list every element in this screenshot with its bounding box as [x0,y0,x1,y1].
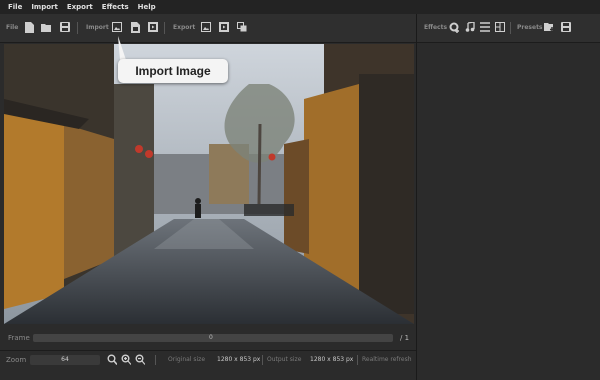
open-folder-icon[interactable] [41,21,52,33]
panel-divider [416,14,417,380]
effects-group-label: Effects [424,24,448,31]
add-preset-icon[interactable] [544,21,555,33]
menu-help[interactable]: Help [138,3,156,11]
menu-file[interactable]: File [8,3,22,11]
image-canvas[interactable] [4,44,414,324]
original-size-value: 1280 x 853 px [217,356,261,363]
frame-value: 0 [209,334,213,341]
toolbar-divider [77,22,78,34]
frame-slider[interactable] [33,334,393,342]
zoom-out-icon[interactable] [135,354,146,367]
export-image-icon[interactable] [200,21,211,33]
menu-bar: File Import Export Effects Help [0,0,600,14]
music-effect-icon[interactable] [464,21,475,33]
menu-effects[interactable]: Effects [102,3,129,11]
menu-export[interactable]: Export [67,3,93,11]
output-size-label: Output size [267,356,302,363]
presets-group-label: Presets [517,24,543,31]
realtime-refresh-label[interactable]: Realtime refresh [362,356,412,363]
toolbar: File Import Export Effects Presets [0,14,600,43]
save-icon[interactable] [59,21,70,33]
output-size-value: 1280 x 853 px [310,356,354,363]
export-sequence-icon[interactable] [236,21,247,33]
import-image-tooltip: Import Image [118,59,228,83]
frame-controls: Frame 0 / 1 [0,330,416,346]
add-effect-icon[interactable] [449,21,460,33]
frame-total: / 1 [400,334,410,342]
original-size-label: Original size [168,356,206,363]
import-video-icon[interactable] [147,21,158,33]
new-file-icon[interactable] [24,21,35,33]
import-image-icon[interactable] [111,21,122,33]
effects-panel [418,43,600,380]
file-group-label: File [6,24,19,31]
zoom-input[interactable]: 64 [30,355,100,365]
save-preset-icon[interactable] [560,21,571,33]
status-divider [155,355,156,365]
import-sequence-icon[interactable] [129,21,140,33]
toolbar-divider [164,22,165,34]
export-group-label: Export [173,24,196,31]
zoom-label: Zoom [6,356,27,364]
status-divider [262,355,263,365]
zoom-in-icon[interactable] [121,354,132,367]
menu-import[interactable]: Import [31,3,58,11]
tooltip-pointer [118,36,126,60]
toolbar-divider [510,22,511,34]
export-video-icon[interactable] [218,21,229,33]
effect-list-icon[interactable] [479,21,490,33]
status-divider [357,355,358,365]
zoom-fit-icon[interactable] [107,354,118,367]
effect-layout-icon[interactable] [494,21,505,33]
status-bar: Zoom 64 Original size 1280 x 853 px Outp… [0,350,416,369]
preview-image [4,44,414,324]
import-group-label: Import [86,24,109,31]
frame-label: Frame [8,334,30,342]
